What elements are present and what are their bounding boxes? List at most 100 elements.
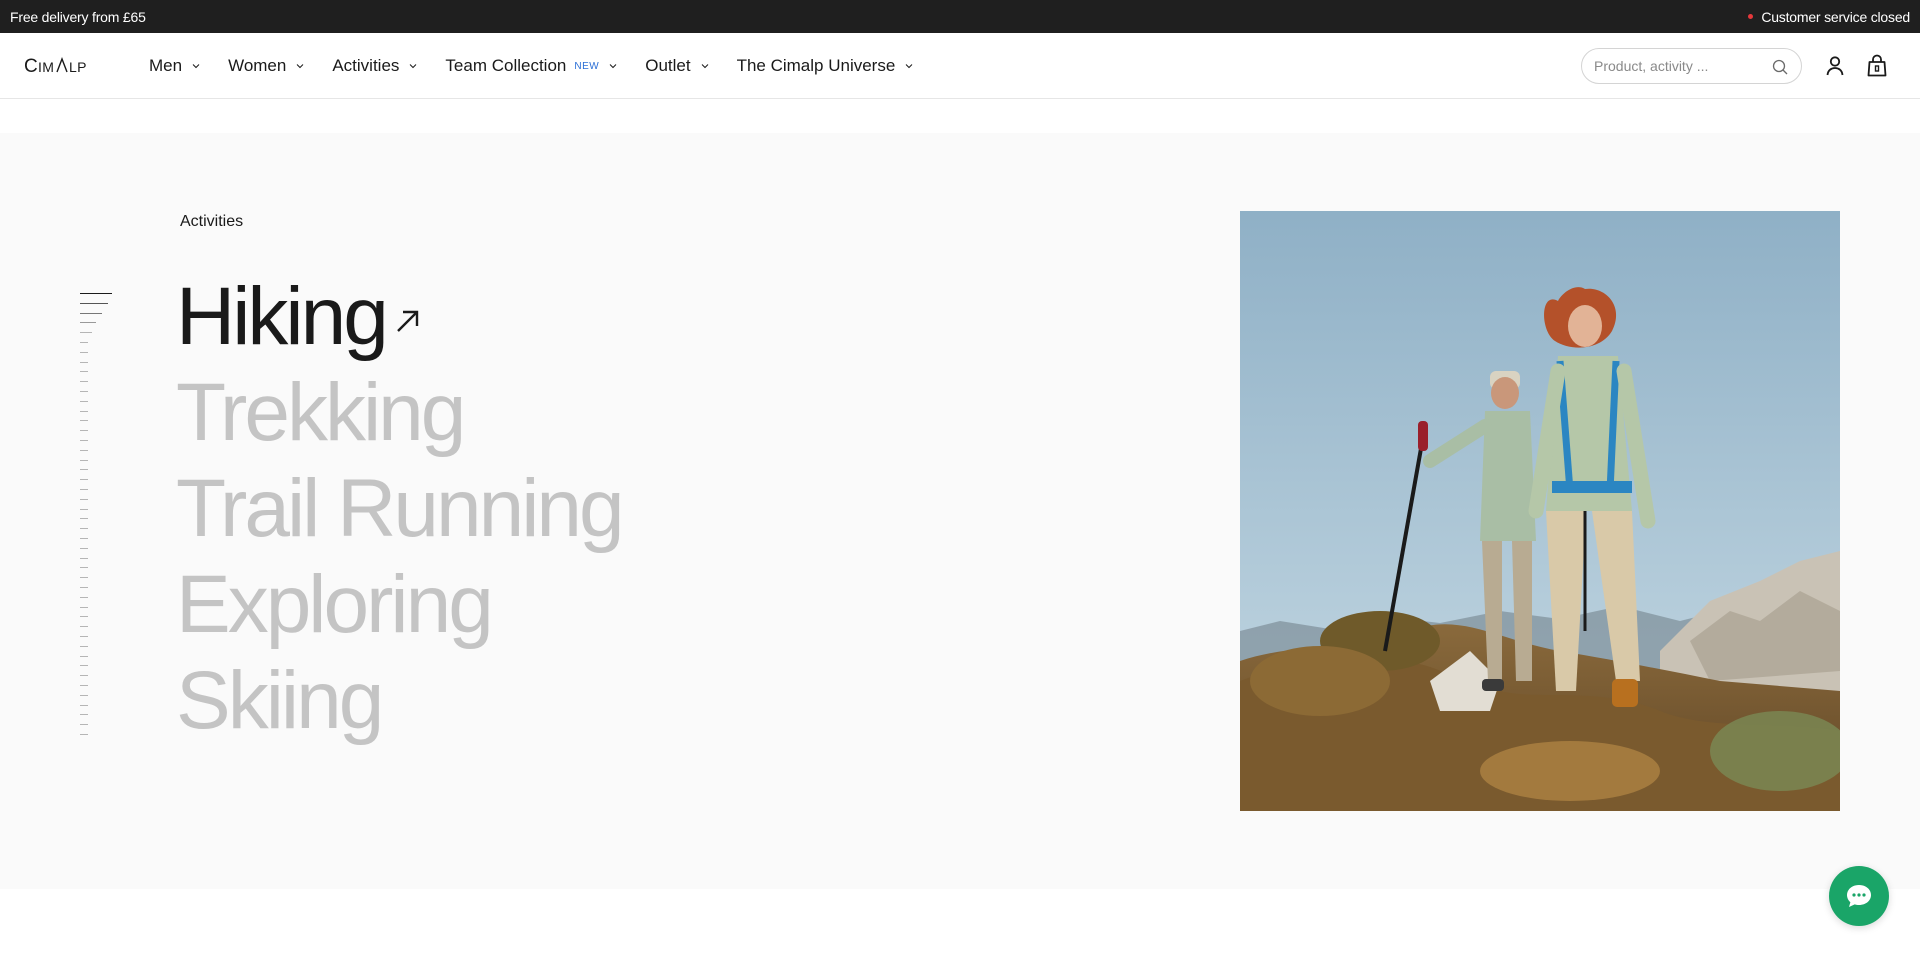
chevron-down-icon bbox=[192, 62, 200, 70]
ruler-tick bbox=[80, 322, 96, 324]
free-delivery-text: Free delivery from £65 bbox=[10, 8, 146, 25]
nav-item-activities[interactable]: Activities bbox=[332, 56, 417, 76]
activity-skiing[interactable]: Skiing bbox=[176, 653, 622, 749]
ruler-tick bbox=[80, 391, 88, 392]
main-nav: Men Women Activities Team Collection NEW… bbox=[149, 33, 941, 99]
chevron-down-icon bbox=[701, 62, 709, 70]
ruler-tick bbox=[80, 528, 88, 530]
ruler-tick bbox=[80, 704, 88, 706]
cimalp-logo[interactable]: C IM LP bbox=[24, 55, 100, 77]
activity-hiking[interactable]: Hiking bbox=[176, 269, 622, 365]
ruler-tick bbox=[80, 440, 88, 441]
ruler-tick bbox=[80, 655, 88, 657]
activity-label: Hiking bbox=[176, 271, 389, 362]
ruler-tick bbox=[80, 293, 112, 294]
ruler-tick bbox=[80, 489, 88, 490]
activity-exploring[interactable]: Exploring bbox=[176, 557, 622, 653]
logo-wordmark: C IM LP bbox=[24, 56, 87, 76]
cart-icon[interactable] bbox=[1866, 54, 1888, 78]
ruler-tick bbox=[80, 498, 88, 500]
ruler-tick bbox=[80, 724, 88, 726]
ruler-tick bbox=[80, 449, 88, 451]
nav-item-label: Women bbox=[228, 56, 287, 75]
section-label: Activities bbox=[180, 213, 244, 230]
announcement-bar: Free delivery from £65 Customer service … bbox=[0, 0, 1920, 33]
customer-service-status[interactable]: Customer service closed bbox=[1748, 9, 1910, 25]
ruler-tick bbox=[80, 547, 88, 549]
ruler-tick bbox=[80, 567, 88, 569]
ruler-tick bbox=[80, 557, 88, 559]
search-box[interactable] bbox=[1581, 48, 1802, 84]
ruler-tick bbox=[80, 430, 88, 432]
activities-hero: Activities Hiking Trekking Trail Running… bbox=[0, 133, 1920, 889]
ruler-tick bbox=[80, 734, 88, 735]
activity-list: Hiking Trekking Trail Running Exploring … bbox=[176, 269, 625, 749]
ruler-tick bbox=[80, 665, 88, 667]
hero-photo[interactable] bbox=[1240, 211, 1840, 811]
ruler-tick bbox=[80, 332, 92, 334]
activity-label: Skiing bbox=[176, 655, 384, 746]
search-input[interactable] bbox=[1594, 58, 1764, 74]
ruler-tick bbox=[80, 342, 88, 343]
activity-label: Exploring bbox=[176, 559, 494, 650]
ruler-tick bbox=[80, 694, 88, 696]
ruler-tick bbox=[80, 469, 88, 471]
ruler-tick bbox=[80, 351, 88, 353]
chat-button[interactable] bbox=[1829, 866, 1889, 926]
ruler-tick bbox=[80, 302, 108, 304]
nav-item-outlet[interactable]: Outlet bbox=[645, 56, 708, 76]
ruler-tick bbox=[80, 371, 88, 373]
ruler-tick bbox=[80, 645, 88, 647]
ruler-tick bbox=[80, 518, 88, 520]
chevron-down-icon bbox=[409, 62, 417, 70]
ruler-tick bbox=[80, 312, 102, 314]
ruler-tick bbox=[80, 410, 88, 412]
nav-item-team-collection[interactable]: Team Collection NEW bbox=[445, 56, 617, 76]
ruler-tick bbox=[80, 636, 88, 637]
ruler-tick bbox=[80, 587, 88, 588]
nav-item-cimalp-universe[interactable]: The Cimalp Universe bbox=[737, 56, 914, 76]
svg-text:C: C bbox=[24, 56, 38, 76]
ruler-tick bbox=[80, 685, 88, 686]
ruler-tick bbox=[80, 381, 88, 383]
account-icon[interactable] bbox=[1825, 55, 1845, 77]
new-badge: NEW bbox=[574, 60, 600, 72]
customer-service-text: Customer service closed bbox=[1761, 8, 1910, 25]
chevron-down-icon bbox=[296, 62, 304, 70]
site-header: C IM LP Men Women Activities Team Collec… bbox=[0, 33, 1920, 99]
nav-item-label: The Cimalp Universe bbox=[736, 56, 896, 75]
nav-item-men[interactable]: Men bbox=[149, 56, 200, 76]
nav-item-label: Team Collection bbox=[445, 56, 567, 75]
nav-item-label: Outlet bbox=[645, 56, 691, 75]
status-dot-icon bbox=[1748, 14, 1754, 19]
ruler-tick bbox=[80, 714, 88, 716]
ruler-tick bbox=[80, 596, 88, 598]
chevron-down-icon bbox=[905, 62, 913, 70]
arrow-up-right-icon bbox=[397, 310, 419, 332]
activity-label: Trekking bbox=[176, 367, 466, 458]
nav-item-label: Activities bbox=[332, 56, 400, 75]
search-icon[interactable] bbox=[1771, 58, 1789, 76]
ruler-tick bbox=[80, 479, 88, 481]
ruler-tick bbox=[80, 400, 88, 402]
ruler-tick bbox=[80, 675, 88, 677]
activity-label: Trail Running bbox=[176, 463, 625, 554]
ruler-tick bbox=[80, 459, 88, 461]
svg-text:IM: IM bbox=[38, 59, 54, 75]
activity-trekking[interactable]: Trekking bbox=[176, 365, 622, 461]
ruler-tick bbox=[80, 361, 88, 363]
ruler-tick bbox=[80, 577, 88, 579]
ruler-tick bbox=[80, 508, 88, 510]
nav-item-label: Men bbox=[149, 56, 183, 75]
ruler-tick bbox=[80, 420, 88, 422]
ruler-tick bbox=[80, 626, 88, 628]
nav-item-women[interactable]: Women bbox=[228, 56, 304, 76]
activity-trail-running[interactable]: Trail Running bbox=[176, 461, 625, 557]
ruler-tick bbox=[80, 616, 88, 618]
scroll-progress-ruler bbox=[80, 293, 112, 743]
ruler-tick bbox=[80, 606, 88, 608]
svg-text:LP: LP bbox=[69, 59, 87, 75]
chat-icon bbox=[1847, 885, 1871, 907]
ruler-tick bbox=[80, 538, 88, 539]
chevron-down-icon bbox=[609, 62, 617, 70]
